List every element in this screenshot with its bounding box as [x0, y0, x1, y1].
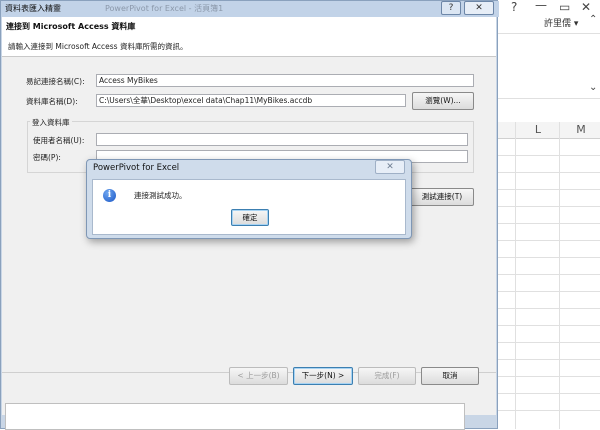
grid-line — [559, 122, 560, 429]
next-button[interactable]: 下一步(N) > — [293, 367, 353, 385]
excel-user-name[interactable]: 許里儒 ▾ — [544, 16, 578, 29]
wizard-close-button[interactable]: ✕ — [464, 1, 494, 15]
back-button[interactable]: < 上一步(B) — [229, 367, 288, 385]
ribbon-collapse-icon[interactable]: ⌃ — [589, 14, 597, 25]
powerpivot-message-box: PowerPivot for Excel ✕ i 連接測試成功。 確定 — [86, 159, 412, 239]
database-name-label: 資料庫名稱(D): — [26, 97, 78, 106]
test-connection-button[interactable]: 測試連接(T) — [410, 188, 474, 206]
wizard-heading: 連接到 Microsoft Access 資料庫 — [6, 22, 136, 31]
excel-sheet-area — [5, 403, 465, 430]
wizard-title: 資料表匯入精靈 — [5, 4, 61, 13]
excel-help-icon[interactable]: ? — [511, 0, 517, 14]
wizard-subheading: 請輸入連接到 Microsoft Access 資料庫所需的資訊。 — [8, 42, 188, 51]
friendly-name-field[interactable]: Access MyBikes — [96, 74, 474, 87]
username-field[interactable] — [96, 133, 468, 146]
ok-button[interactable]: 確定 — [231, 209, 269, 226]
message-box-body: i 連接測試成功。 確定 — [92, 179, 406, 235]
finish-button[interactable]: 完成(F) — [358, 367, 416, 385]
cancel-button[interactable]: 取消 — [421, 367, 479, 385]
message-box-title: PowerPivot for Excel — [93, 163, 180, 173]
login-group-label: 登入資料庫 — [30, 117, 72, 128]
info-icon: i — [103, 189, 116, 202]
browse-button[interactable]: 瀏覽(W)... — [412, 92, 474, 110]
password-label: 密碼(P): — [33, 153, 61, 162]
column-header-l[interactable]: L — [515, 122, 560, 139]
database-name-field[interactable]: C:\Users\全華\Desktop\excel data\Chap11\My… — [96, 94, 406, 107]
wizard-help-button[interactable]: ? — [441, 1, 461, 15]
username-label: 使用者名稱(U): — [33, 136, 85, 145]
excel-minimize-icon[interactable]: — — [535, 0, 547, 12]
grid-line — [515, 122, 516, 429]
background-window-title: PowerPivot for Excel - 活頁簿1 — [105, 4, 224, 13]
message-text: 連接測試成功。 — [134, 191, 187, 200]
excel-restore-icon[interactable]: ▭ — [559, 0, 570, 14]
friendly-name-label: 易記連接名稱(C): — [26, 77, 85, 86]
formula-expand-icon[interactable]: ⌄ — [589, 82, 597, 93]
excel-close-icon[interactable]: ✕ — [581, 0, 591, 14]
message-box-close-button[interactable]: ✕ — [375, 160, 405, 174]
column-header-m[interactable]: M — [559, 122, 600, 139]
wizard-header: 連接到 Microsoft Access 資料庫 請輸入連接到 Microsof… — [2, 17, 496, 57]
wizard-title-bar[interactable]: 資料表匯入精靈 PowerPivot for Excel - 活頁簿1 ? ✕ — [1, 1, 499, 17]
